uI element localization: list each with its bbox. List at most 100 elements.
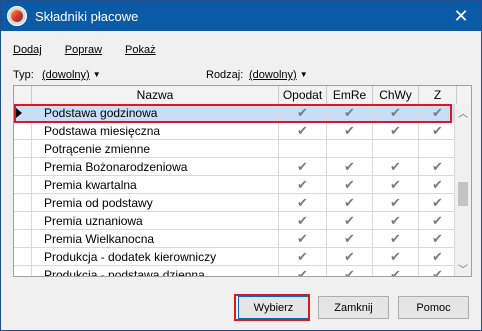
check-z: ✔	[419, 247, 457, 266]
check-opodat: ✔	[279, 247, 327, 266]
check-opodat: ✔	[279, 121, 327, 140]
check-opodat: ✔	[279, 193, 327, 212]
scroll-up-button[interactable]: ︿	[455, 104, 471, 120]
kind-select[interactable]: (dowolny) ▼	[249, 69, 308, 81]
row-indicator	[14, 121, 32, 140]
type-select[interactable]: (dowolny) ▼	[42, 69, 101, 81]
table-row[interactable]: Produkcja - dodatek kierowniczy ✔ ✔ ✔ ✔	[14, 247, 457, 266]
check-opodat: ✔	[279, 157, 327, 176]
row-name: Potrącenie zmienne	[32, 139, 279, 158]
row-name: Produkcja - podstawa dzienna	[32, 265, 279, 276]
chevron-up-icon: ︿	[458, 108, 468, 120]
check-z: ✔	[419, 157, 457, 176]
table-row[interactable]: Premia Wielkanocna ✔ ✔ ✔ ✔	[14, 229, 457, 248]
kind-value: (dowolny)	[249, 69, 297, 81]
check-chwy	[373, 139, 419, 158]
kind-label: Rodzaj:	[206, 69, 244, 81]
row-indicator	[14, 211, 32, 230]
row-indicator	[14, 103, 32, 122]
check-emre: ✔	[327, 103, 373, 122]
chevron-down-icon: ▼	[92, 70, 101, 79]
grid-rows: Podstawa godzinowa ✔ ✔ ✔ ✔ Podstawa mies…	[14, 103, 457, 276]
row-name: Premia uznaniowa	[32, 211, 279, 230]
check-chwy: ✔	[373, 103, 419, 122]
row-name: Premia kwartalna	[32, 175, 279, 194]
check-emre: ✔	[327, 247, 373, 266]
check-z: ✔	[419, 211, 457, 230]
row-name: Premia Bożonarodzeniowa	[32, 157, 279, 176]
check-emre: ✔	[327, 229, 373, 248]
check-chwy: ✔	[373, 157, 419, 176]
close-icon: ✕	[453, 5, 469, 26]
check-chwy: ✔	[373, 175, 419, 194]
check-opodat: ✔	[279, 211, 327, 230]
check-chwy: ✔	[373, 247, 419, 266]
column-header-opodat[interactable]: Opodat	[279, 86, 327, 104]
check-chwy: ✔	[373, 229, 419, 248]
row-indicator	[14, 247, 32, 266]
close-dialog-button[interactable]: Zamknij	[318, 296, 389, 319]
row-name: Produkcja - dodatek kierowniczy	[32, 247, 279, 266]
check-emre	[327, 139, 373, 158]
grid-header: Nazwa Opodat EmRe ChWy Z	[14, 86, 471, 105]
column-header-name[interactable]: Nazwa	[32, 86, 279, 104]
type-value: (dowolny)	[42, 69, 90, 81]
check-chwy: ✔	[373, 265, 419, 276]
app-logo-icon	[7, 6, 27, 26]
title-bar: Składniki płacowe ✕	[1, 1, 481, 31]
chevron-down-icon: ▼	[299, 70, 308, 79]
row-indicator	[14, 229, 32, 248]
table-row[interactable]: Premia kwartalna ✔ ✔ ✔ ✔	[14, 175, 457, 194]
show-link[interactable]: Pokaż	[125, 44, 156, 56]
row-indicator	[14, 175, 32, 194]
table-row[interactable]: Premia od podstawy ✔ ✔ ✔ ✔	[14, 193, 457, 212]
check-chwy: ✔	[373, 121, 419, 140]
window-title: Składniki płacowe	[35, 8, 139, 24]
table-row[interactable]: Premia Bożonarodzeniowa ✔ ✔ ✔ ✔	[14, 157, 457, 176]
check-emre: ✔	[327, 121, 373, 140]
row-indicator	[14, 139, 32, 158]
scroll-thumb[interactable]	[458, 182, 468, 206]
table-row[interactable]: Premia uznaniowa ✔ ✔ ✔ ✔	[14, 211, 457, 230]
indicator-header	[14, 86, 32, 104]
column-header-emre[interactable]: EmRe	[327, 86, 373, 104]
edit-link[interactable]: Popraw	[65, 44, 102, 56]
check-z: ✔	[419, 121, 457, 140]
salary-components-grid[interactable]: Nazwa Opodat EmRe ChWy Z Podstawa godzin…	[13, 85, 472, 277]
row-name: Podstawa miesięczna	[32, 121, 279, 140]
close-button[interactable]: ✕	[441, 1, 481, 31]
check-emre: ✔	[327, 193, 373, 212]
check-opodat: ✔	[279, 103, 327, 122]
type-label: Typ:	[13, 69, 34, 81]
salary-components-window: Składniki płacowe ✕ Dodaj Popraw Pokaż T…	[0, 0, 482, 331]
row-name: Premia Wielkanocna	[32, 229, 279, 248]
scroll-down-button[interactable]: ﹀	[455, 260, 471, 276]
check-z: ✔	[419, 193, 457, 212]
check-opodat: ✔	[279, 265, 327, 276]
table-row[interactable]: Podstawa godzinowa ✔ ✔ ✔ ✔	[14, 103, 457, 122]
vertical-scrollbar[interactable]: ︿ ﹀	[454, 104, 471, 276]
help-button[interactable]: Pomoc	[398, 296, 469, 319]
table-row[interactable]: Potrącenie zmienne	[14, 139, 457, 158]
check-opodat: ✔	[279, 229, 327, 248]
table-row[interactable]: Produkcja - podstawa dzienna ✔ ✔ ✔ ✔	[14, 265, 457, 276]
check-emre: ✔	[327, 175, 373, 194]
check-z: ✔	[419, 265, 457, 276]
column-header-z[interactable]: Z	[419, 86, 457, 104]
table-row[interactable]: Podstawa miesięczna ✔ ✔ ✔ ✔	[14, 121, 457, 140]
check-emre: ✔	[327, 157, 373, 176]
select-button[interactable]: Wybierz	[238, 296, 309, 319]
dialog-buttons: Wybierz Zamknij Pomoc	[238, 296, 469, 319]
check-emre: ✔	[327, 211, 373, 230]
check-z: ✔	[419, 103, 457, 122]
add-link[interactable]: Dodaj	[13, 44, 42, 56]
check-chwy: ✔	[373, 193, 419, 212]
column-header-chwy[interactable]: ChWy	[373, 86, 419, 104]
check-chwy: ✔	[373, 211, 419, 230]
check-emre: ✔	[327, 265, 373, 276]
chevron-down-icon: ﹀	[458, 264, 468, 276]
check-z: ✔	[419, 175, 457, 194]
check-z	[419, 139, 457, 158]
toolbar: Dodaj Popraw Pokaż	[13, 44, 156, 56]
row-pointer-icon	[16, 107, 22, 118]
